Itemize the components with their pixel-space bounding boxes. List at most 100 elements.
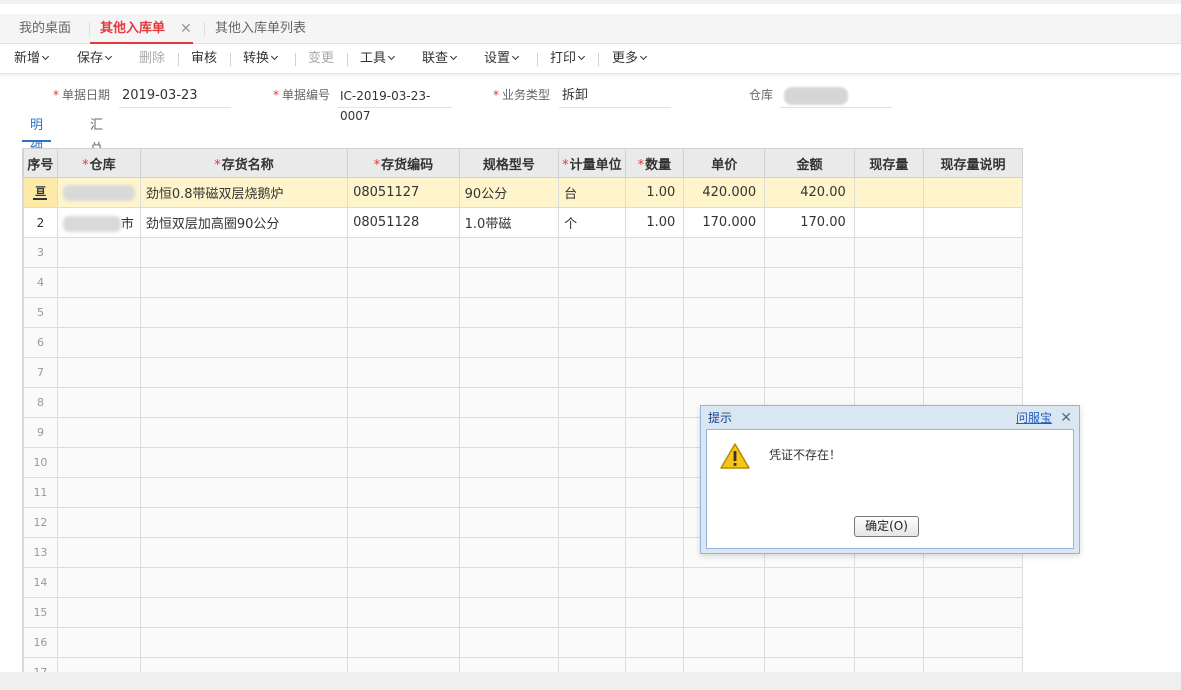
grid-cell[interactable]	[139, 417, 349, 448]
grid-cell[interactable]	[347, 537, 460, 568]
more-button[interactable]: 更多	[612, 44, 648, 74]
grid-cell[interactable]	[683, 327, 766, 358]
grid-cell[interactable]	[558, 267, 626, 298]
grid-cell[interactable]	[458, 597, 560, 628]
grid-cell[interactable]	[347, 387, 460, 418]
grid-cell[interactable]	[558, 507, 626, 538]
grid-cell[interactable]	[347, 447, 460, 478]
grid-cell[interactable]	[624, 387, 685, 418]
cell-code[interactable]: 08051127	[347, 177, 460, 208]
help-link[interactable]: 问服宝	[1016, 406, 1052, 431]
grid-cell[interactable]	[853, 297, 925, 328]
grid-cell[interactable]	[56, 237, 141, 268]
grid-cell[interactable]	[458, 357, 560, 388]
table-row[interactable]: 6	[23, 327, 1023, 358]
grid-cell[interactable]	[853, 327, 925, 358]
table-row[interactable]: 15	[23, 597, 1023, 628]
grid-cell[interactable]	[347, 297, 460, 328]
grid-cell[interactable]	[764, 357, 855, 388]
grid-cell[interactable]	[764, 627, 855, 658]
grid-cell[interactable]	[56, 597, 141, 628]
grid-cell[interactable]	[923, 597, 1023, 628]
grid-cell[interactable]	[923, 567, 1023, 598]
grid-cell[interactable]	[458, 237, 560, 268]
tab-summary[interactable]: 汇总	[90, 114, 103, 157]
grid-cell[interactable]	[139, 447, 349, 478]
grid-cell[interactable]	[558, 237, 626, 268]
close-icon[interactable]: ✕	[1060, 406, 1072, 431]
grid-cell[interactable]	[853, 567, 925, 598]
grid-cell[interactable]	[458, 507, 560, 538]
save-button[interactable]: 保存	[77, 44, 113, 74]
ok-button[interactable]: 确定(O)	[854, 516, 919, 537]
grid-cell[interactable]	[624, 567, 685, 598]
grid-cell[interactable]	[139, 537, 349, 568]
grid-cell[interactable]	[624, 417, 685, 448]
grid-cell[interactable]	[853, 267, 925, 298]
cell-spec[interactable]: 1.0带磁	[458, 207, 560, 238]
grid-cell[interactable]	[853, 357, 925, 388]
grid-cell[interactable]	[624, 267, 685, 298]
cell-unit[interactable]: 台	[558, 177, 626, 208]
grid-cell[interactable]	[347, 567, 460, 598]
grid-cell[interactable]	[56, 417, 141, 448]
cell-stock-note[interactable]	[923, 207, 1023, 238]
change-button[interactable]: 变更	[308, 44, 334, 74]
grid-cell[interactable]	[347, 507, 460, 538]
grid-cell[interactable]	[139, 387, 349, 418]
number-field[interactable]: IC-2019-03-23-0007	[337, 86, 452, 123]
tools-button[interactable]: 工具	[360, 44, 396, 74]
cell-amount[interactable]: 420.00	[764, 177, 855, 208]
table-row[interactable]: 14	[23, 567, 1023, 598]
grid-cell[interactable]	[347, 597, 460, 628]
cell-warehouse[interactable]: 市	[56, 207, 141, 238]
close-icon[interactable]: ✕	[180, 14, 192, 44]
tab-my-desktop[interactable]: 我的桌面	[19, 14, 71, 44]
table-row[interactable]: 16	[23, 627, 1023, 658]
cell-price[interactable]: 170.000	[683, 207, 766, 238]
grid-cell[interactable]	[853, 237, 925, 268]
cell-price[interactable]: 420.000	[683, 177, 766, 208]
cell-name[interactable]: 劲恒0.8带磁双层烧鹅炉	[139, 177, 349, 208]
audit-button[interactable]: 审核	[191, 44, 217, 74]
grid-cell[interactable]	[56, 447, 141, 478]
grid-cell[interactable]	[56, 327, 141, 358]
tab-other-inbound-list[interactable]: 其他入库单列表	[215, 14, 306, 44]
grid-cell[interactable]	[624, 597, 685, 628]
convert-button[interactable]: 转换	[243, 44, 279, 74]
cell-qty[interactable]: 1.00	[624, 207, 685, 238]
grid-cell[interactable]	[139, 507, 349, 538]
grid-cell[interactable]	[558, 537, 626, 568]
grid-cell[interactable]	[683, 297, 766, 328]
grid-cell[interactable]	[139, 477, 349, 508]
delete-button[interactable]: 删除	[139, 44, 165, 74]
grid-cell[interactable]	[56, 477, 141, 508]
table-row[interactable]: 4	[23, 267, 1023, 298]
grid-cell[interactable]	[458, 537, 560, 568]
grid-cell[interactable]	[624, 447, 685, 478]
grid-cell[interactable]	[347, 627, 460, 658]
grid-cell[interactable]	[139, 597, 349, 628]
cell-stock[interactable]	[853, 207, 925, 238]
cell-qty[interactable]: 1.00	[624, 177, 685, 208]
cell-name[interactable]: 劲恒双层加高圈90公分	[139, 207, 349, 238]
grid-cell[interactable]	[56, 297, 141, 328]
grid-cell[interactable]	[764, 567, 855, 598]
grid-cell[interactable]	[683, 237, 766, 268]
grid-cell[interactable]	[853, 597, 925, 628]
grid-cell[interactable]	[624, 627, 685, 658]
grid-cell[interactable]	[624, 357, 685, 388]
grid-cell[interactable]	[923, 267, 1023, 298]
grid-cell[interactable]	[458, 567, 560, 598]
grid-cell[interactable]	[139, 627, 349, 658]
grid-cell[interactable]	[56, 357, 141, 388]
grid-cell[interactable]	[764, 267, 855, 298]
grid-cell[interactable]	[624, 297, 685, 328]
grid-cell[interactable]	[764, 297, 855, 328]
grid-cell[interactable]	[923, 237, 1023, 268]
grid-cell[interactable]	[764, 327, 855, 358]
cell-unit[interactable]: 个	[558, 207, 626, 238]
cell-code[interactable]: 08051128	[347, 207, 460, 238]
grid-cell[interactable]	[558, 417, 626, 448]
grid-cell[interactable]	[458, 267, 560, 298]
